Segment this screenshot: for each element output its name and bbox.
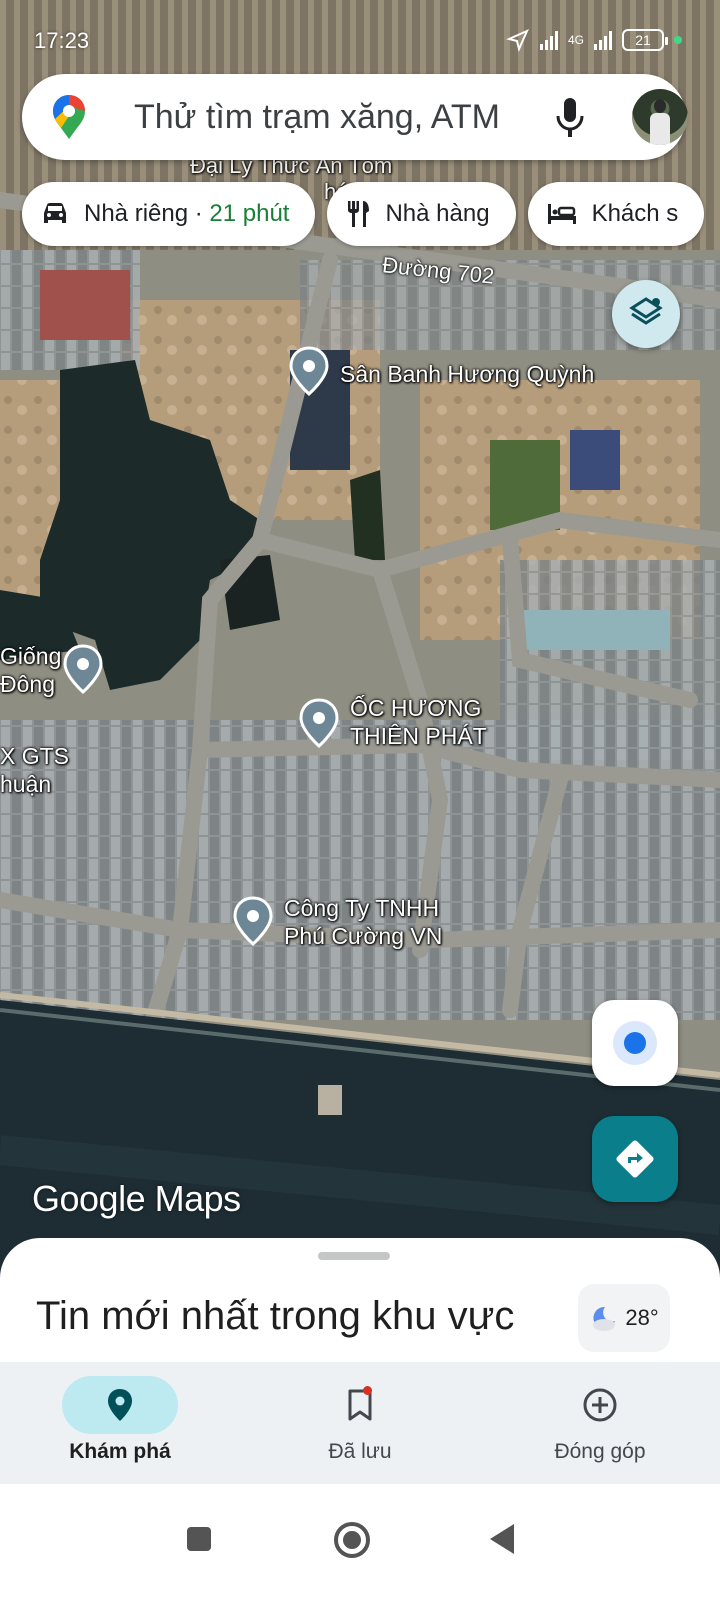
signal-icon-2 bbox=[594, 30, 612, 50]
signal-icon bbox=[539, 30, 558, 50]
network-type: 4G bbox=[567, 33, 584, 47]
place-label-phu-cuong[interactable]: Công Ty TNHH Phú Cường VN bbox=[284, 894, 442, 950]
battery-icon: 21 bbox=[622, 29, 668, 51]
location-dot-icon bbox=[613, 1021, 657, 1065]
add-circle-icon bbox=[583, 1388, 617, 1422]
recents-button[interactable] bbox=[187, 1527, 211, 1551]
weather-temperature: 28° bbox=[625, 1305, 659, 1330]
layers-button[interactable] bbox=[612, 280, 680, 348]
avatar[interactable] bbox=[632, 89, 688, 145]
system-navigation-bar bbox=[0, 1484, 720, 1600]
battery-level: 21 bbox=[635, 32, 651, 48]
google-maps-watermark: Google Maps bbox=[32, 1178, 241, 1219]
chip-hotels[interactable]: Khách s bbox=[527, 182, 705, 246]
place-label-line2: Phú Cường VN bbox=[284, 923, 443, 949]
drag-handle[interactable] bbox=[318, 1252, 390, 1260]
news-bottom-sheet[interactable]: Tin mới nhất trong khu vực 28° bbox=[0, 1238, 720, 1368]
place-label-line2: huận bbox=[0, 771, 52, 797]
place-label-line1: Công Ty TNHH bbox=[284, 895, 440, 921]
place-label-line1: ỐC HƯƠNG bbox=[350, 695, 482, 721]
my-location-button[interactable] bbox=[592, 1000, 678, 1086]
directions-icon bbox=[616, 1140, 654, 1178]
search-bar[interactable]: Thử tìm trạm xăng, ATM bbox=[22, 74, 688, 160]
chip-home-eta: 21 phút bbox=[209, 200, 290, 227]
weather-icon bbox=[593, 1306, 616, 1331]
privacy-indicator-icon bbox=[674, 36, 682, 44]
back-button[interactable] bbox=[490, 1524, 514, 1554]
place-pin-icon[interactable] bbox=[298, 698, 340, 748]
location-pin-icon bbox=[108, 1389, 132, 1421]
tab-explore[interactable]: Khám phá bbox=[0, 1362, 240, 1484]
place-pin-icon[interactable] bbox=[62, 644, 104, 694]
bottom-navigation: Khám phá Đã lưu Đóng góp bbox=[0, 1362, 720, 1484]
car-icon bbox=[44, 203, 66, 223]
tab-explore-label: Khám phá bbox=[69, 1440, 171, 1463]
tab-contribute-label: Đóng góp bbox=[554, 1440, 646, 1463]
place-pin-icon[interactable] bbox=[232, 896, 274, 946]
place-label-oc-huong[interactable]: ỐC HƯƠNG THIÊN PHÁT bbox=[350, 694, 487, 750]
chip-restaurants[interactable]: Nhà hàng bbox=[327, 182, 516, 246]
place-label-giong[interactable]: Giống Đông bbox=[0, 642, 61, 698]
navigation-arrow-icon bbox=[505, 29, 529, 52]
chip-home-label: Nhà riêng · bbox=[84, 200, 210, 227]
tab-saved-label: Đã lưu bbox=[328, 1440, 392, 1463]
directions-button[interactable] bbox=[592, 1116, 678, 1202]
place-pin-icon[interactable] bbox=[288, 346, 330, 396]
category-chips: Nhà riêng · 21 phút Nhà hàng Khách s bbox=[22, 182, 705, 246]
chip-restaurants-label: Nhà hàng bbox=[385, 200, 490, 227]
status-time: 17:23 bbox=[34, 28, 90, 53]
place-label-line2: THIÊN PHÁT bbox=[350, 723, 487, 749]
chip-hotels-label: Khách s bbox=[591, 200, 679, 227]
chip-home[interactable]: Nhà riêng · 21 phút bbox=[22, 182, 316, 246]
tab-contribute[interactable]: Đóng góp bbox=[480, 1362, 720, 1484]
place-label-line1: X GTS bbox=[0, 743, 70, 769]
weather-chip[interactable]: 28° bbox=[578, 1284, 670, 1352]
place-label-line2: Đông bbox=[0, 671, 55, 697]
hotel-icon bbox=[547, 204, 576, 224]
search-input[interactable]: Thử tìm trạm xăng, ATM bbox=[134, 98, 500, 137]
google-maps-pin-icon bbox=[53, 95, 85, 139]
microphone-icon[interactable] bbox=[554, 96, 586, 138]
notification-dot-icon bbox=[363, 1386, 372, 1395]
sheet-title: Tin mới nhất trong khu vực bbox=[36, 1294, 515, 1338]
home-button[interactable] bbox=[334, 1522, 370, 1558]
place-label-gts[interactable]: X GTS huận bbox=[0, 742, 69, 798]
place-label-san-banh[interactable]: Sân Banh Hương Quỳnh bbox=[340, 360, 594, 388]
place-label-line1: Giống bbox=[0, 643, 62, 669]
layers-icon bbox=[629, 297, 663, 325]
status-icons: 4G 21 bbox=[505, 28, 682, 52]
status-bar: 17:23 4G 21 bbox=[0, 22, 720, 58]
tab-saved[interactable]: Đã lưu bbox=[240, 1362, 480, 1484]
restaurant-icon bbox=[348, 201, 370, 227]
